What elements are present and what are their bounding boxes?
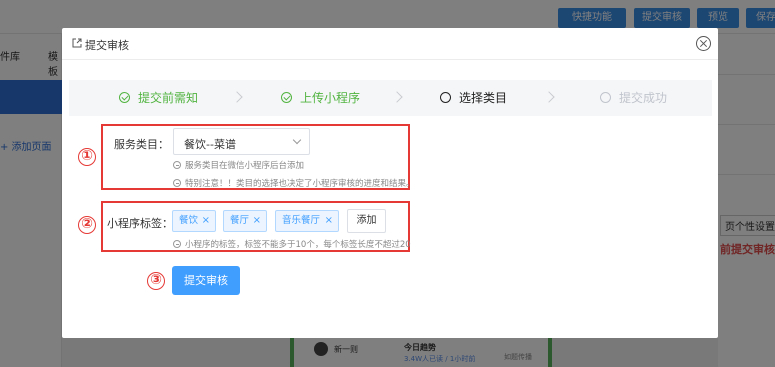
step-before-submit: 提交前需知: [119, 89, 198, 106]
progress-steps: 提交前需知 上传小程序 选择类目 提交成功: [69, 80, 712, 116]
dialog-header: 提交审核: [62, 28, 718, 60]
tag-item: 餐厅 ×: [223, 210, 267, 232]
check-circle-icon: [119, 92, 130, 103]
check-circle-icon: [281, 92, 292, 103]
close-icon[interactable]: ×: [253, 211, 261, 231]
add-tag-button[interactable]: 添加: [347, 209, 386, 233]
mini-tags-label: 小程序标签：: [107, 217, 173, 230]
chevron-right-icon: [543, 91, 555, 103]
info-icon: [173, 179, 181, 187]
submit-review-dialog: 提交审核 提交前需知 上传小程序 选择类目 提交成功 ① 服务类目： 餐饮--菜…: [62, 28, 718, 338]
close-icon[interactable]: [696, 36, 711, 51]
chevron-right-icon: [231, 91, 243, 103]
step-select-category: 选择类目: [440, 89, 507, 106]
mini-tags-hint: 小程序的标签，标签不能多于10个，每个标签长度不超过20: [173, 238, 411, 250]
annotation-2: ②: [78, 216, 96, 234]
info-icon: [173, 161, 181, 169]
external-link-icon: [72, 38, 82, 48]
step-upload: 上传小程序: [281, 89, 360, 106]
service-category-label: 服务类目：: [114, 138, 169, 151]
service-category-value: 餐饮--菜谱: [184, 138, 236, 151]
close-icon[interactable]: ×: [325, 211, 333, 231]
annotation-1: ①: [78, 148, 96, 166]
tag-item: 音乐餐厅 ×: [275, 210, 339, 232]
chevron-down-icon: [292, 135, 302, 145]
dialog-title: 提交审核: [85, 39, 129, 52]
chevron-right-icon: [391, 91, 403, 103]
submit-review-button[interactable]: 提交审核: [172, 266, 240, 295]
step-label: 提交前需知: [138, 91, 199, 105]
service-category-select[interactable]: 餐饮--菜谱: [173, 128, 310, 155]
step-label: 上传小程序: [300, 91, 361, 105]
step-submit-success: 提交成功: [600, 89, 667, 106]
service-category-hint: 服务类目在微信小程序后台添加: [173, 159, 304, 171]
close-icon[interactable]: ×: [202, 211, 210, 231]
annotation-3: ③: [147, 272, 165, 290]
step-label: 提交成功: [619, 91, 668, 105]
tag-item: 餐饮 ×: [172, 210, 216, 232]
step-label: 选择类目: [459, 91, 508, 105]
service-category-warning: 特别注意！！类目的选择也决定了小程序审核的进度和结果。: [173, 177, 415, 189]
circle-icon: [600, 92, 611, 103]
info-icon: [173, 240, 181, 248]
circle-icon: [440, 92, 451, 103]
